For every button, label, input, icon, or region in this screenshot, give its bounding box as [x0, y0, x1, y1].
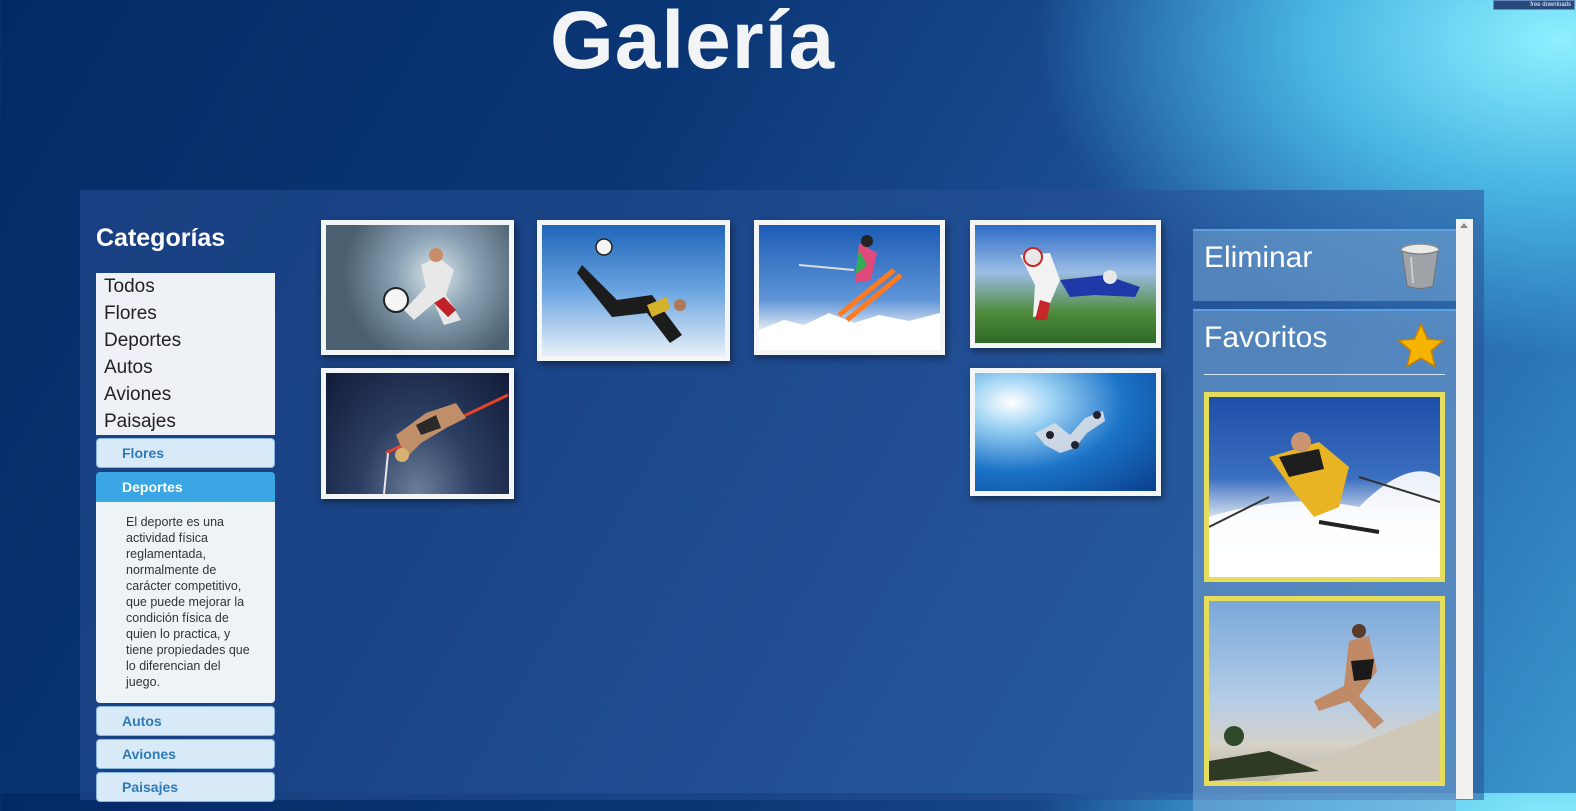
- accordion-header-aviones[interactable]: Aviones: [96, 739, 275, 769]
- category-list: Todos Flores Deportes Autos Aviones Pais…: [96, 273, 275, 435]
- gallery-photo-high-jump[interactable]: [321, 368, 514, 499]
- favorite-photo-skier[interactable]: [1204, 392, 1445, 582]
- favorite-photo-runner[interactable]: [1204, 596, 1445, 786]
- favorites-drop-zone[interactable]: Favoritos: [1193, 309, 1456, 811]
- delete-title: Eliminar: [1204, 241, 1313, 274]
- category-item-paisajes[interactable]: Paisajes: [96, 408, 275, 435]
- gallery-photo-football-tackle[interactable]: [970, 220, 1161, 348]
- photo-image: [326, 225, 509, 350]
- photo-image: [759, 225, 940, 350]
- sidebar-drop-zones: Eliminar Favoritos: [1193, 219, 1456, 811]
- trash-bin-icon: [1399, 243, 1441, 294]
- photo-image: [1208, 397, 1441, 577]
- photo-image: [975, 225, 1156, 343]
- category-item-flores[interactable]: Flores: [96, 300, 275, 327]
- category-item-aviones[interactable]: Aviones: [96, 381, 275, 408]
- accordion-header-autos[interactable]: Autos: [96, 706, 275, 736]
- download-badge[interactable]: free downloads: [1493, 0, 1575, 10]
- gallery-photo-soccer-bicycle-kick[interactable]: [537, 220, 730, 361]
- photo-image: [542, 225, 725, 356]
- photo-image: [975, 373, 1156, 491]
- favorites-divider: [1204, 374, 1445, 375]
- sidebar-scrollbar[interactable]: [1456, 219, 1473, 799]
- accordion-header-paisajes[interactable]: Paisajes: [96, 772, 275, 802]
- page-title: Galería: [550, 0, 836, 86]
- photo-image: [1209, 601, 1440, 781]
- photo-image: [326, 373, 509, 495]
- accordion-header-deportes[interactable]: Deportes: [96, 472, 275, 502]
- category-item-autos[interactable]: Autos: [96, 354, 275, 381]
- accordion-header-flores[interactable]: Flores: [96, 438, 275, 468]
- star-icon: [1396, 322, 1446, 374]
- categories-heading: Categorías: [96, 224, 226, 252]
- gallery-photo-skydiving[interactable]: [970, 368, 1161, 496]
- gallery-photo-ski-jump[interactable]: [754, 220, 945, 355]
- category-item-todos[interactable]: Todos: [96, 273, 275, 300]
- delete-drop-zone[interactable]: Eliminar: [1193, 229, 1456, 301]
- accordion-content-deportes: El deporte es una actividad física regla…: [96, 502, 275, 703]
- gallery-photo-soccer-kick[interactable]: [321, 220, 514, 355]
- scroll-up-icon[interactable]: [1460, 223, 1468, 228]
- category-item-deportes[interactable]: Deportes: [96, 327, 275, 354]
- favorites-title: Favoritos: [1204, 321, 1328, 354]
